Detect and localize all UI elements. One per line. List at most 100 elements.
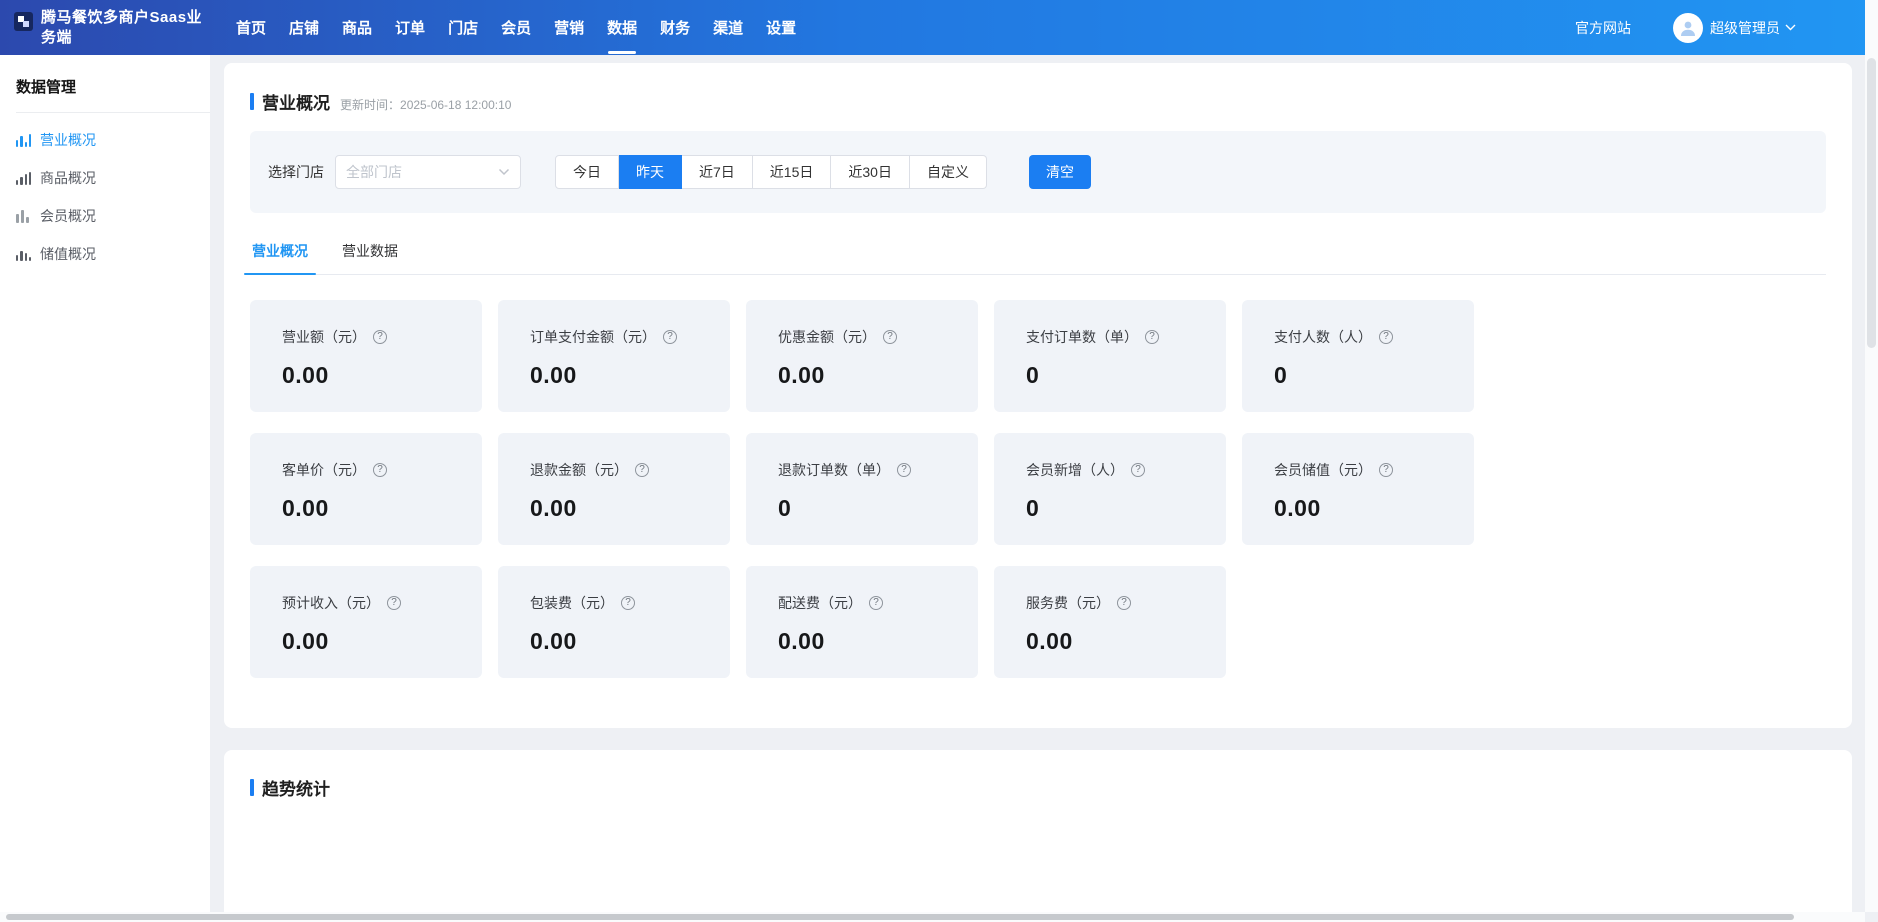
nav-item-members[interactable]: 会员 <box>499 13 533 42</box>
sidebar-item-label: 营业概况 <box>40 130 96 150</box>
stat-card-revenue: 营业额（元）? 0.00 <box>250 300 482 412</box>
stat-label: 预计收入（元） <box>282 593 380 613</box>
vertical-scrollbar-thumb[interactable] <box>1867 58 1876 348</box>
stat-card-refund-amount: 退款金额（元）? 0.00 <box>498 433 730 545</box>
help-icon[interactable]: ? <box>897 463 911 477</box>
panel-header: 营业概况 更新时间：2025-06-18 12:00:10 <box>224 63 1852 114</box>
range-button-today[interactable]: 今日 <box>555 155 619 189</box>
stat-value: 0 <box>778 495 968 522</box>
stat-label: 会员储值（元） <box>1274 460 1372 480</box>
title-accent-bar <box>250 93 254 110</box>
user-avatar[interactable] <box>1673 13 1703 43</box>
title-accent-bar <box>250 779 254 796</box>
brand-title: 腾马餐饮多商户Saas业务端 <box>41 8 211 48</box>
store-select[interactable] <box>335 155 521 189</box>
stat-card-new-members: 会员新增（人）? 0 <box>994 433 1226 545</box>
official-website-link[interactable]: 官方网站 <box>1575 18 1631 38</box>
help-icon[interactable]: ? <box>373 463 387 477</box>
help-icon[interactable]: ? <box>635 463 649 477</box>
nav-item-orders[interactable]: 订单 <box>393 13 427 42</box>
user-name[interactable]: 超级管理员 <box>1710 18 1780 38</box>
help-icon[interactable]: ? <box>869 596 883 610</box>
sidebar-item-stored-value-overview[interactable]: 储值概况 <box>0 235 210 273</box>
horizontal-scrollbar-thumb[interactable] <box>6 914 1794 920</box>
stat-value: 0.00 <box>282 495 472 522</box>
stat-value: 0.00 <box>282 628 472 655</box>
stat-value: 0.00 <box>1026 628 1216 655</box>
store-select-label: 选择门店 <box>268 162 324 182</box>
main-content: 营业概况 更新时间：2025-06-18 12:00:10 选择门店 今日 昨天… <box>210 55 1878 922</box>
stat-card-packaging-fee: 包装费（元）? 0.00 <box>498 566 730 678</box>
stat-card-paying-customers: 支付人数（人）? 0 <box>1242 300 1474 412</box>
stat-label: 配送费（元） <box>778 593 862 613</box>
sidebar-item-label: 商品概况 <box>40 168 96 188</box>
help-icon[interactable]: ? <box>621 596 635 610</box>
main-nav: 首页 店铺 商品 订单 门店 会员 营销 数据 财务 渠道 设置 <box>234 13 798 42</box>
chevron-down-icon[interactable] <box>1785 24 1796 31</box>
range-button-custom[interactable]: 自定义 <box>910 155 987 189</box>
update-time: 更新时间：2025-06-18 12:00:10 <box>340 96 511 113</box>
nav-item-channels[interactable]: 渠道 <box>711 13 745 42</box>
vertical-scrollbar-track[interactable] <box>1865 0 1878 912</box>
overview-tabs: 营业概况 营业数据 <box>250 233 1826 275</box>
stat-value: 0.00 <box>778 362 968 389</box>
business-overview-panel: 营业概况 更新时间：2025-06-18 12:00:10 选择门店 今日 昨天… <box>224 63 1852 728</box>
nav-item-finance[interactable]: 财务 <box>658 13 692 42</box>
range-button-15days[interactable]: 近15日 <box>753 155 832 189</box>
help-icon[interactable]: ? <box>1131 463 1145 477</box>
bar-chart-icon <box>16 248 31 261</box>
help-icon[interactable]: ? <box>1117 596 1131 610</box>
help-icon[interactable]: ? <box>1379 330 1393 344</box>
stat-card-discount-amount: 优惠金额（元）? 0.00 <box>746 300 978 412</box>
stat-label: 服务费（元） <box>1026 593 1110 613</box>
store-select-input[interactable] <box>346 164 498 180</box>
trend-title: 趋势统计 <box>262 775 330 800</box>
stat-card-refund-orders: 退款订单数（单）? 0 <box>746 433 978 545</box>
nav-item-marketing[interactable]: 营销 <box>552 13 586 42</box>
stat-card-order-paid-amount: 订单支付金额（元）? 0.00 <box>498 300 730 412</box>
sidebar-item-business-overview[interactable]: 营业概况 <box>0 121 210 159</box>
stat-value: 0.00 <box>530 495 720 522</box>
help-icon[interactable]: ? <box>373 330 387 344</box>
date-range-group: 今日 昨天 近7日 近15日 近30日 自定义 <box>555 155 987 189</box>
nav-item-stores[interactable]: 门店 <box>446 13 480 42</box>
nav-item-data[interactable]: 数据 <box>605 13 639 42</box>
navbar-right: 官方网站 超级管理员 <box>1575 13 1878 43</box>
sidebar-item-goods-overview[interactable]: 商品概况 <box>0 159 210 197</box>
panel-header: 趋势统计 <box>224 775 1852 800</box>
nav-item-settings[interactable]: 设置 <box>764 13 798 42</box>
stat-label: 会员新增（人） <box>1026 460 1124 480</box>
stat-label: 包装费（元） <box>530 593 614 613</box>
stat-label: 优惠金额（元） <box>778 327 876 347</box>
tab-business-data[interactable]: 营业数据 <box>340 233 400 274</box>
stat-value: 0.00 <box>778 628 968 655</box>
stat-label: 退款订单数（单） <box>778 460 890 480</box>
help-icon[interactable]: ? <box>1145 330 1159 344</box>
stat-label: 客单价（元） <box>282 460 366 480</box>
help-icon[interactable]: ? <box>663 330 677 344</box>
horizontal-scrollbar-track[interactable] <box>0 912 1865 922</box>
help-icon[interactable]: ? <box>1379 463 1393 477</box>
nav-item-home[interactable]: 首页 <box>234 13 268 42</box>
stat-label: 订单支付金额（元） <box>530 327 656 347</box>
range-button-yesterday[interactable]: 昨天 <box>619 155 682 189</box>
nav-item-goods[interactable]: 商品 <box>340 13 374 42</box>
range-button-30days[interactable]: 近30日 <box>831 155 910 189</box>
sidebar-item-label: 会员概况 <box>40 206 96 226</box>
trend-statistics-panel: 趋势统计 <box>224 750 1852 922</box>
nav-item-shop[interactable]: 店铺 <box>287 13 321 42</box>
top-navbar: 腾马餐饮多商户Saas业务端 首页 店铺 商品 订单 门店 会员 营销 数据 财… <box>0 0 1878 55</box>
clear-button[interactable]: 清空 <box>1029 155 1091 189</box>
stat-card-member-stored-value: 会员储值（元）? 0.00 <box>1242 433 1474 545</box>
stat-card-delivery-fee: 配送费（元）? 0.00 <box>746 566 978 678</box>
sidebar-item-member-overview[interactable]: 会员概况 <box>0 197 210 235</box>
stat-card-paid-orders: 支付订单数（单）? 0 <box>994 300 1226 412</box>
help-icon[interactable]: ? <box>387 596 401 610</box>
tab-business-overview[interactable]: 营业概况 <box>250 233 310 274</box>
update-time-value: 2025-06-18 12:00:10 <box>400 98 511 112</box>
range-button-7days[interactable]: 近7日 <box>682 155 753 189</box>
stat-value: 0 <box>1274 362 1464 389</box>
help-icon[interactable]: ? <box>883 330 897 344</box>
sidebar: 数据管理 营业概况 商品概况 会员概况 储值概况 <box>0 55 210 922</box>
bar-chart-icon <box>16 210 31 223</box>
